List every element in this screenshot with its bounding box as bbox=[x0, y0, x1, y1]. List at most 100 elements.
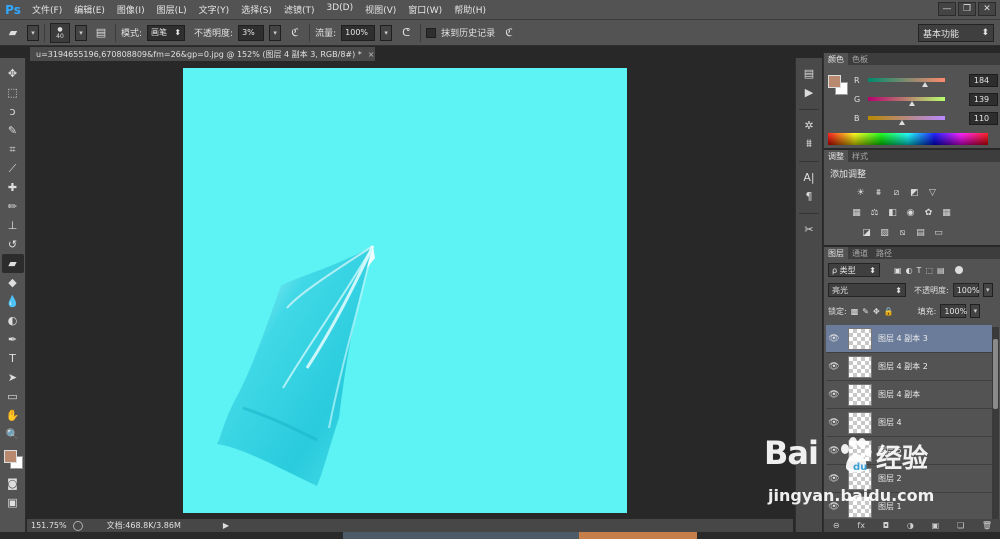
opacity-input[interactable]: 3% bbox=[238, 24, 265, 41]
opacity-dropdown[interactable]: ▾ bbox=[269, 24, 282, 41]
lock-all-icon[interactable]: 🔒 bbox=[884, 307, 894, 316]
brush-panel-toggle-icon[interactable]: ▤ bbox=[92, 24, 110, 42]
pressure-size-icon[interactable]: ℭ bbox=[500, 24, 518, 42]
history-icon[interactable]: ▤ bbox=[799, 64, 819, 82]
channel-value-input[interactable]: 139 bbox=[968, 92, 998, 106]
quick-select-tool-icon[interactable]: ✎ bbox=[2, 121, 24, 140]
slider-thumb[interactable] bbox=[899, 120, 906, 125]
layer-row[interactable]: 👁 图层 4 副本 3 bbox=[826, 325, 992, 353]
lasso-tool-icon[interactable]: ↄ bbox=[2, 102, 24, 121]
layers-scrollbar[interactable] bbox=[992, 327, 999, 527]
blend-mode-select[interactable]: 亮光 ⬍ bbox=[828, 283, 906, 297]
lock-transparent-icon[interactable]: ▩ bbox=[851, 307, 859, 316]
preset-dropdown[interactable]: ▾ bbox=[27, 24, 39, 41]
hand-tool-icon[interactable]: ✋ bbox=[2, 406, 24, 425]
brushes-icon[interactable]: ⩩ bbox=[799, 135, 819, 153]
shape-tool-icon[interactable]: ▭ bbox=[2, 387, 24, 406]
channel-slider[interactable] bbox=[867, 97, 945, 106]
tab-layers[interactable]: 图层 bbox=[824, 247, 848, 259]
lock-position-icon[interactable]: ✥ bbox=[873, 307, 880, 316]
close-tab-icon[interactable]: × bbox=[368, 50, 375, 59]
bucket-tool-icon[interactable]: ◆ bbox=[2, 273, 24, 292]
character-icon[interactable]: A| bbox=[799, 168, 819, 186]
tool-presets-icon[interactable]: ✂ bbox=[799, 220, 819, 238]
color-balance-icon[interactable]: ⚖ bbox=[868, 206, 881, 219]
black-white-icon[interactable]: ◧ bbox=[886, 206, 899, 219]
color-swatches[interactable] bbox=[2, 448, 24, 470]
eye-icon[interactable]: 👁 bbox=[826, 418, 842, 428]
slider-thumb[interactable] bbox=[922, 82, 929, 87]
tab-channels[interactable]: 通道 bbox=[848, 247, 872, 259]
levels-icon[interactable]: ⩩ bbox=[872, 186, 885, 199]
layer-opacity-dropdown[interactable]: ▾ bbox=[982, 283, 993, 297]
eye-icon[interactable]: 👁 bbox=[826, 362, 842, 372]
menu-item[interactable]: 编辑(E) bbox=[68, 3, 111, 16]
actions-icon[interactable]: ▶ bbox=[799, 83, 819, 101]
document-tab[interactable]: u=3194655196,670808809&fm=26&gp=0.jpg @ … bbox=[30, 47, 375, 61]
dodge-tool-icon[interactable]: ◐ bbox=[2, 311, 24, 330]
menu-item[interactable]: 图像(I) bbox=[111, 3, 151, 16]
menu-item[interactable]: 帮助(H) bbox=[448, 3, 492, 16]
channel-value-input[interactable]: 110 bbox=[968, 111, 998, 125]
pressure-opacity-icon[interactable]: ℭ bbox=[286, 24, 304, 42]
path-select-tool-icon[interactable]: ➤ bbox=[2, 368, 24, 387]
exposure-icon[interactable]: ◩ bbox=[908, 186, 921, 199]
filter-smart-icon[interactable]: ▤ bbox=[937, 266, 945, 275]
minimize-button[interactable]: — bbox=[938, 2, 956, 16]
type-tool-icon[interactable]: T bbox=[2, 349, 24, 368]
invert-icon[interactable]: ◪ bbox=[860, 226, 873, 239]
eye-icon[interactable]: 👁 bbox=[826, 334, 842, 344]
zoom-tool-icon[interactable]: 🔍 bbox=[2, 425, 24, 444]
crop-tool-icon[interactable]: ⌗ bbox=[2, 140, 24, 159]
foreground-color-swatch[interactable] bbox=[3, 450, 17, 463]
mode-select[interactable]: 画笔 ⬍ bbox=[147, 24, 186, 41]
eraser-tool-icon[interactable]: ▰ bbox=[1, 254, 24, 273]
pen-tool-icon[interactable]: ✒ bbox=[2, 330, 24, 349]
threshold-icon[interactable]: ⧅ bbox=[896, 226, 909, 239]
layer-opacity-input[interactable]: 100% bbox=[952, 283, 980, 297]
marquee-tool-icon[interactable]: ⬚ bbox=[2, 83, 24, 102]
tab-styles[interactable]: 样式 bbox=[848, 150, 872, 162]
stamp-tool-icon[interactable]: ⊥ bbox=[2, 216, 24, 235]
delete-layer-icon[interactable]: 🗑 bbox=[982, 521, 992, 530]
tab-paths[interactable]: 路径 bbox=[872, 247, 896, 259]
gradient-map-icon[interactable]: ▤ bbox=[914, 226, 927, 239]
color-lookup-icon[interactable]: ▦ bbox=[940, 206, 953, 219]
move-tool-icon[interactable]: ✥ bbox=[2, 64, 24, 83]
layer-row[interactable]: 👁 图层 4 副本 2 bbox=[826, 353, 992, 381]
hue-saturation-icon[interactable]: ▦ bbox=[850, 206, 863, 219]
menu-item[interactable]: 图层(L) bbox=[151, 3, 193, 16]
screen-mode-icon[interactable]: ▣ bbox=[2, 493, 24, 512]
channel-value-input[interactable]: 184 bbox=[968, 73, 998, 87]
status-menu-arrow-icon[interactable]: ▶ bbox=[223, 521, 229, 530]
workspace-select[interactable]: 基本功能 ⬍ bbox=[918, 24, 994, 42]
tab-color[interactable]: 颜色 bbox=[824, 53, 848, 65]
restore-button[interactable]: ❐ bbox=[958, 2, 976, 16]
filter-shape-icon[interactable]: ⬚ bbox=[925, 266, 933, 275]
layer-filter-select[interactable]: ρ 类型 ⬍ bbox=[828, 263, 880, 277]
new-layer-icon[interactable]: ❏ bbox=[957, 521, 964, 530]
channel-slider[interactable] bbox=[867, 116, 945, 125]
blur-tool-icon[interactable]: 💧 bbox=[2, 292, 24, 311]
scrollbar-thumb[interactable] bbox=[993, 339, 998, 409]
filter-type-icon[interactable]: T bbox=[917, 266, 922, 275]
fill-dropdown[interactable]: ▾ bbox=[970, 304, 981, 318]
menu-item[interactable]: 窗口(W) bbox=[402, 3, 448, 16]
status-info-icon[interactable] bbox=[72, 520, 83, 531]
channel-mixer-icon[interactable]: ✿ bbox=[922, 206, 935, 219]
fx-icon[interactable]: fx bbox=[857, 521, 865, 530]
menu-item[interactable]: 选择(S) bbox=[235, 3, 278, 16]
history-checkbox[interactable] bbox=[426, 27, 437, 38]
posterize-icon[interactable]: ▨ bbox=[878, 226, 891, 239]
menu-item[interactable]: 视图(V) bbox=[359, 3, 402, 16]
brush-presets-icon[interactable]: ✲ bbox=[799, 116, 819, 134]
tab-swatches[interactable]: 色板 bbox=[848, 53, 872, 65]
menu-item[interactable]: 滤镜(T) bbox=[278, 3, 321, 16]
new-group-icon[interactable]: ▣ bbox=[932, 521, 940, 530]
zoom-level[interactable]: 151.75% bbox=[31, 521, 67, 530]
menu-item[interactable]: 3D(D) bbox=[320, 3, 359, 16]
channel-slider[interactable] bbox=[867, 78, 945, 87]
paragraph-icon[interactable]: ¶ bbox=[799, 187, 819, 205]
close-button[interactable]: ✕ bbox=[978, 2, 996, 16]
adjustment-layer-icon[interactable]: ◑ bbox=[907, 521, 914, 530]
